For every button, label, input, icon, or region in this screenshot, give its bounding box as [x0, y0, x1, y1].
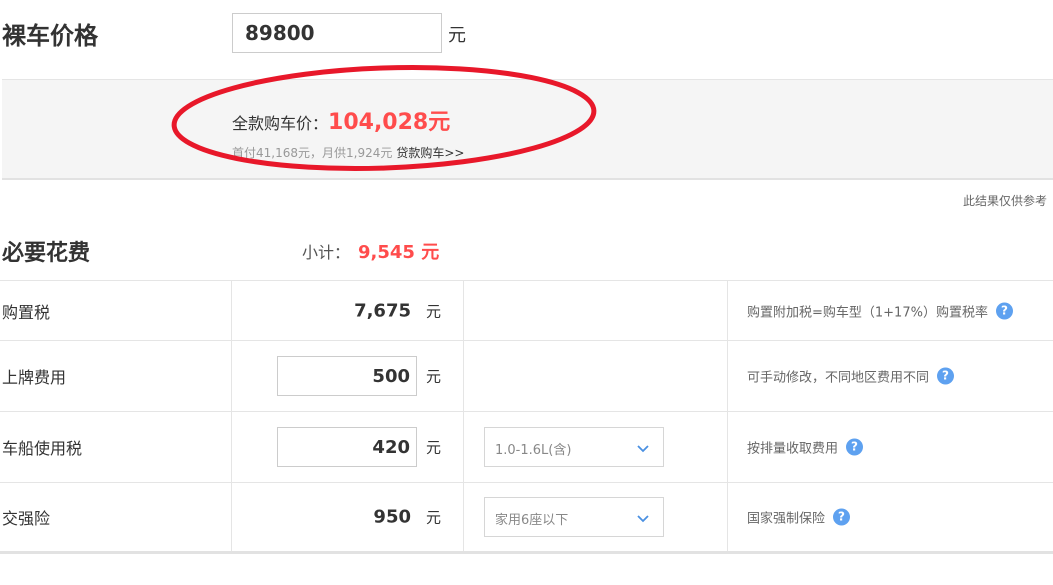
- loan-summary-line: 首付41,168元，月供1,924元 贷款购车>>: [232, 144, 464, 161]
- help-icon[interactable]: ?: [833, 508, 851, 526]
- fee-unit: 元: [426, 367, 442, 386]
- fee-note: 购置附加税=购车型（1+17%）购置税率 ?: [747, 301, 1013, 320]
- seat-count-select[interactable]: 家用6座以下: [484, 497, 664, 537]
- seat-count-select-value: 家用6座以下: [495, 513, 569, 528]
- help-icon[interactable]: ?: [846, 438, 864, 456]
- fee-value: 7,675: [354, 300, 411, 321]
- required-costs-header: 必要花费 小计： 9,545 元: [0, 222, 1053, 280]
- loan-detail: 首付41,168元，月供1,924元: [232, 146, 393, 160]
- help-icon[interactable]: ?: [937, 367, 955, 385]
- fee-note: 按排量收取费用 ?: [747, 438, 864, 457]
- full-payment-line: 全款购车价：104,028元: [232, 104, 450, 136]
- fee-note: 可手动修改，不同地区费用不同 ?: [747, 367, 955, 386]
- subtotal-label: 小计：: [302, 243, 351, 262]
- car-price-input[interactable]: [232, 13, 442, 53]
- car-price-title: 裸车价格: [2, 22, 98, 50]
- full-payment-total: 104,028元: [328, 110, 451, 135]
- fee-row-vehicle-tax: 车船使用税 元 1.0-1.6L(含) 按排量收取费用 ?: [0, 412, 1053, 483]
- total-price-summary: 全款购车价：104,028元 首付41,168元，月供1,924元 贷款购车>>: [2, 79, 1053, 180]
- fee-label: 交强险: [2, 509, 51, 528]
- fee-row-compulsory-insurance: 交强险 950 元 家用6座以下 国家强制保险 ?: [0, 483, 1053, 554]
- fee-table: 购置税 7,675 元 购置附加税=购车型（1+17%）购置税率 ? 上牌费用 …: [0, 280, 1053, 554]
- loan-purchase-link[interactable]: 贷款购车>>: [396, 146, 464, 160]
- fee-note-text: 按排量收取费用: [747, 441, 839, 457]
- chevron-down-icon: [637, 515, 649, 523]
- fee-unit: 元: [426, 438, 442, 457]
- displacement-select-value: 1.0-1.6L(含): [495, 443, 572, 458]
- result-disclaimer: 此结果仅供参考: [962, 194, 1047, 208]
- fee-value: 950: [373, 506, 411, 528]
- fee-note-text: 国家强制保险: [747, 511, 826, 527]
- fee-note-text: 可手动修改，不同地区费用不同: [747, 370, 930, 386]
- required-costs-title: 必要花费: [2, 241, 91, 266]
- fee-unit: 元: [426, 508, 442, 527]
- help-icon[interactable]: ?: [995, 302, 1013, 319]
- fee-unit: 元: [426, 302, 442, 320]
- fee-note-text: 购置附加税=购车型（1+17%）购置税率: [747, 305, 988, 320]
- fee-label: 车船使用税: [2, 439, 83, 458]
- car-price-unit: 元: [448, 25, 466, 46]
- registration-fee-input[interactable]: [277, 356, 417, 396]
- chevron-down-icon: [637, 445, 649, 453]
- subtotal-value: 9,545 元: [358, 242, 440, 263]
- car-price-row: 裸车价格 元: [0, 0, 1053, 80]
- displacement-select[interactable]: 1.0-1.6L(含): [484, 427, 664, 467]
- vehicle-tax-input[interactable]: [277, 427, 417, 467]
- fee-row-purchase-tax: 购置税 7,675 元 购置附加税=购车型（1+17%）购置税率 ?: [0, 281, 1053, 341]
- fee-row-registration: 上牌费用 元 可手动修改，不同地区费用不同 ?: [0, 341, 1053, 412]
- fee-note: 国家强制保险 ?: [747, 508, 851, 527]
- fee-label: 购置税: [2, 302, 51, 322]
- fee-label: 上牌费用: [2, 368, 67, 387]
- full-payment-label: 全款购车价：: [232, 114, 329, 133]
- subtotal: 小计： 9,545 元: [302, 238, 439, 264]
